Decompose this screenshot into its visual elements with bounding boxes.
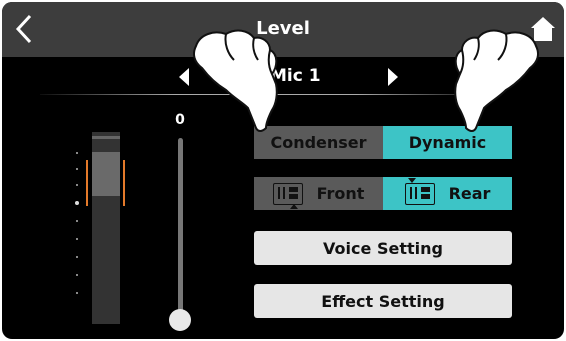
meter-scale-tick <box>76 184 78 186</box>
mic-position-front-icon <box>272 182 303 205</box>
meter-scale-tick <box>76 220 78 222</box>
meter-scale-tick <box>76 292 78 294</box>
fader-knob[interactable] <box>169 309 191 331</box>
mic-position-selector: Front Rear <box>254 177 512 210</box>
effect-setting-button[interactable]: Effect Setting <box>254 284 512 318</box>
level-meter <box>92 132 120 324</box>
pointing-hand-icon <box>193 29 278 132</box>
meter-scale-tick <box>76 238 78 240</box>
front-label: Front <box>316 184 365 203</box>
meter-scale-zero-tick <box>75 201 79 205</box>
meter-scale-tick <box>76 256 78 258</box>
meter-scale-tick <box>76 168 78 170</box>
pointing-hand-icon <box>454 29 539 132</box>
rear-label: Rear <box>448 184 491 203</box>
meter-scale-tick <box>76 274 78 276</box>
caret-up-icon <box>290 204 298 209</box>
arrow-right-icon[interactable] <box>386 68 400 86</box>
meter-scale-tick <box>76 152 78 154</box>
fader-track[interactable] <box>178 138 183 316</box>
meter-range-marker-right <box>123 160 125 206</box>
voice-setting-button[interactable]: Voice Setting <box>254 231 512 265</box>
level-screen: Level Mic 1 0 Condenser Dynamic Front Re… <box>2 2 564 339</box>
front-option[interactable]: Front <box>254 177 383 210</box>
meter-range-marker-left <box>86 160 88 206</box>
meter-level <box>92 152 120 196</box>
rear-option[interactable]: Rear <box>383 177 512 210</box>
mic-position-rear-icon <box>404 182 435 205</box>
meter-peak-hold <box>92 136 120 139</box>
